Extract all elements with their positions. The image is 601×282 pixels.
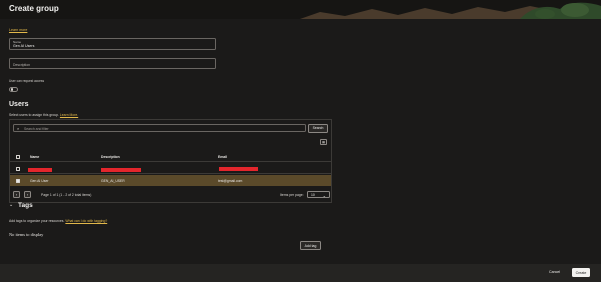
name-field-value: Gen AI Users bbox=[13, 44, 35, 48]
redacted-name bbox=[28, 168, 52, 172]
cancel-button[interactable]: Cancel bbox=[549, 270, 560, 274]
search-placeholder: Search and filter bbox=[24, 126, 49, 131]
users-heading: Users bbox=[9, 101, 29, 108]
row-name: Gen AI User bbox=[30, 179, 49, 183]
row-checkbox[interactable] bbox=[16, 179, 20, 183]
learn-more-link[interactable]: Learn more bbox=[9, 28, 27, 32]
select-all-checkbox[interactable] bbox=[16, 155, 20, 159]
prev-page-button[interactable]: ‹ bbox=[13, 191, 20, 198]
column-header-name: Name bbox=[30, 155, 40, 159]
row-checkbox[interactable] bbox=[16, 167, 20, 171]
tags-heading: Tags bbox=[18, 202, 33, 209]
users-subtitle-text: Select users to assign this group. bbox=[9, 113, 59, 117]
table-row[interactable]: Gen AI User GEN_AI_USER test@gmail.com bbox=[10, 175, 331, 186]
column-header-email: Email bbox=[218, 155, 228, 159]
tags-subtitle-text: Add tags to organize your resources. bbox=[9, 219, 65, 223]
row-email: test@gmail.com bbox=[218, 179, 243, 183]
items-per-page-label: Items per page: bbox=[280, 193, 304, 197]
search-button[interactable]: Search bbox=[308, 123, 328, 133]
description-placeholder: Description bbox=[13, 62, 30, 67]
page-title: Create group bbox=[9, 4, 59, 13]
tags-empty-message: No items to display bbox=[9, 232, 44, 237]
add-tag-button[interactable]: Add tag bbox=[300, 241, 321, 250]
pagination-summary: Page 1 of 1 (1 - 2 of 2 total items) bbox=[41, 193, 92, 197]
name-field[interactable]: Name Gen AI Users bbox=[9, 38, 216, 50]
redacted-email bbox=[219, 167, 258, 171]
tags-subtitle: Add tags to organize your resources. Wha… bbox=[9, 219, 107, 223]
users-learn-more-link[interactable]: Learn More. bbox=[60, 113, 78, 117]
request-access-toggle[interactable] bbox=[9, 87, 18, 92]
footer-bar bbox=[0, 264, 601, 282]
description-field[interactable]: Description bbox=[9, 58, 216, 69]
banner-decoration bbox=[0, 0, 601, 19]
items-per-page-value: 10 bbox=[311, 193, 315, 198]
search-icon: ⌕ bbox=[17, 126, 20, 131]
column-settings-icon[interactable]: ▦ bbox=[320, 139, 327, 145]
tags-collapse-chevron-icon[interactable]: ⌄ bbox=[9, 202, 13, 208]
column-header-description: Description bbox=[101, 155, 120, 159]
table-header-row: Name Description Email bbox=[10, 152, 331, 162]
header-banner: Create group bbox=[0, 0, 601, 19]
create-button[interactable]: Create bbox=[572, 268, 590, 277]
user-search-input[interactable]: ⌕ Search and filter bbox=[13, 124, 306, 132]
users-subtitle: Select users to assign this group. Learn… bbox=[9, 113, 78, 117]
chevron-down-icon: ⌄ bbox=[322, 192, 326, 198]
table-row[interactable] bbox=[10, 163, 331, 174]
next-page-button[interactable]: › bbox=[24, 191, 31, 198]
tagging-help-link[interactable]: What can I do with tagging? bbox=[65, 219, 107, 223]
request-access-label: User can request access bbox=[9, 79, 45, 83]
row-description: GEN_AI_USER bbox=[101, 179, 125, 183]
items-per-page-select[interactable]: 10 ⌄ bbox=[307, 191, 330, 198]
redacted-description bbox=[101, 168, 141, 172]
